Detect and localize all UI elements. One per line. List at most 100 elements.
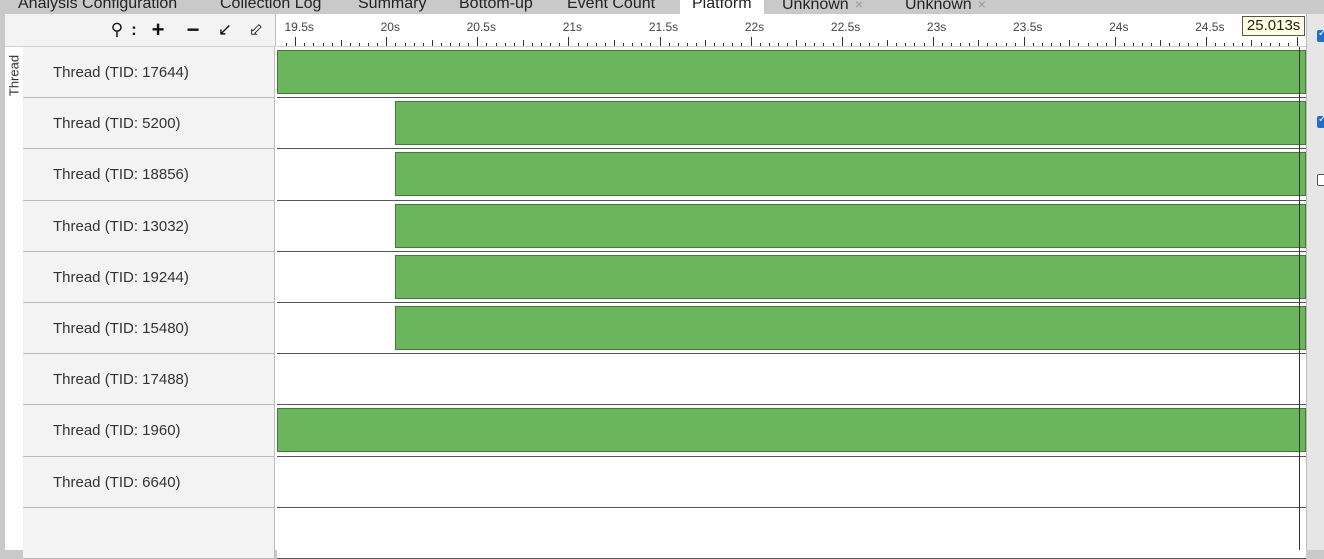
thread-row-track[interactable]	[277, 354, 1306, 406]
thread-row-track[interactable]	[277, 98, 1306, 150]
ruler-tick-label: 20.5s	[466, 20, 496, 34]
thread-activity-bar[interactable]	[395, 203, 1306, 248]
ruler-tick	[777, 43, 779, 46]
thread-row-track[interactable]	[277, 456, 1306, 508]
ruler-tick	[349, 43, 351, 46]
thread-row-label[interactable]: Thread (TID: 18856)	[23, 149, 275, 201]
ruler-tick	[613, 40, 615, 46]
legend-checkbox[interactable]	[1317, 114, 1324, 128]
time-ruler[interactable]: 19.5s 20s 20.5s 21s 21.5s 22s 22.5s 23s 23.5s 24s…	[277, 14, 1306, 47]
tab-collection-log[interactable]: Collection Log	[220, 0, 321, 14]
ruler-tick	[1005, 43, 1007, 46]
ruler-tick	[1205, 37, 1207, 46]
ruler-tick	[850, 43, 852, 46]
platform-timeline-panel: ⚲ : + − ↙ ⬃ 19.5s 20s 20.5s 21s 21.5s 22s 22.5…	[5, 14, 1306, 559]
ruler-tick	[1133, 43, 1134, 46]
close-icon[interactable]: ×	[978, 0, 986, 12]
ruler-tick	[632, 43, 634, 46]
ruler-tick-label: 22s	[744, 20, 765, 34]
ruler-tick	[495, 43, 497, 46]
ruler-tick	[604, 43, 606, 46]
ruler-tick	[450, 43, 451, 46]
thread-row-label[interactable]: Thread (TID: 5200)	[23, 98, 275, 150]
ruler-tick	[1178, 43, 1180, 46]
thread-activity-bar[interactable]	[395, 306, 1306, 350]
tab-bottom-up[interactable]: Bottom-up	[459, 0, 533, 14]
ruler-tick	[486, 43, 488, 46]
ruler-tick	[695, 43, 697, 46]
tab-label: Unknown	[905, 0, 972, 13]
zoom-in-icon[interactable]: +	[148, 19, 168, 41]
tab-label: Platform	[692, 0, 752, 12]
ruler-tick	[859, 43, 861, 46]
ruler-tick	[814, 43, 816, 46]
reset-zoom-icon[interactable]: ⬃	[245, 19, 267, 41]
ruler-tick	[513, 43, 515, 46]
thread-row-label[interactable]	[23, 507, 275, 559]
menu-dots-icon[interactable]: :	[129, 19, 139, 41]
tab-event-count[interactable]: Event Count	[567, 0, 655, 14]
ruler-tick	[1169, 43, 1171, 46]
tab-summary[interactable]: Summary	[358, 0, 426, 14]
ruler-tick	[295, 37, 297, 46]
ruler-tick-label: 23.5s	[1013, 20, 1043, 34]
ruler-tick	[1287, 43, 1289, 46]
thread-row-label[interactable]: Thread (TID: 1960)	[23, 405, 275, 457]
search-icon[interactable]: ⚲	[107, 19, 127, 41]
thread-activity-bar[interactable]	[395, 254, 1306, 299]
ruler-tick	[386, 37, 388, 46]
thread-row-track[interactable]	[277, 303, 1306, 355]
thread-row-label[interactable]: Thread (TID: 6640)	[23, 456, 275, 508]
tab-analysis-configuration[interactable]: Analysis Configuration	[18, 0, 177, 14]
ruler-tick	[841, 37, 843, 46]
close-icon[interactable]: ×	[855, 0, 863, 12]
ruler-tick-label: 21s	[562, 20, 583, 34]
thread-activity-bar[interactable]	[277, 50, 1306, 94]
ruler-tick	[1187, 43, 1189, 46]
legend-checkbox[interactable]	[1317, 174, 1324, 186]
tab-unknown[interactable]: Unknown ×	[905, 0, 986, 14]
time-cursor-line	[1299, 47, 1301, 550]
ruler-tick	[996, 43, 998, 46]
legend-checkbox[interactable]	[1317, 28, 1324, 42]
ruler-tick	[786, 43, 788, 46]
thread-row-label[interactable]: Thread (TID: 17488)	[23, 354, 275, 406]
ruler-tick	[286, 43, 288, 46]
ruler-tick	[832, 43, 834, 46]
thread-row-label[interactable]: Thread (TID: 19244)	[23, 251, 275, 303]
thread-row-label[interactable]: Thread (TID: 17644)	[23, 47, 275, 99]
ruler-tick	[1023, 37, 1025, 46]
ruler-tick	[1242, 43, 1244, 46]
thread-row-track[interactable]	[277, 200, 1306, 252]
ruler-tick	[823, 43, 825, 46]
undo-zoom-icon[interactable]: ↙	[215, 19, 235, 41]
ruler-tick-label: 23s	[926, 20, 947, 34]
thread-row-label[interactable]: Thread (TID: 13032)	[23, 200, 275, 252]
thread-row-label[interactable]: Thread (TID: 15480)	[23, 303, 275, 355]
zoom-out-icon[interactable]: −	[182, 19, 204, 41]
ruler-tick	[1151, 43, 1153, 46]
thread-activity-bar[interactable]	[395, 101, 1306, 146]
ruler-tick	[1269, 43, 1271, 46]
thread-row-track[interactable]	[277, 149, 1306, 201]
tab-platform[interactable]: Platform	[680, 0, 764, 14]
thread-activity-bar[interactable]	[395, 152, 1306, 197]
ruler-tick-label: 24.5s	[1195, 20, 1225, 34]
thread-row-track[interactable]	[277, 405, 1306, 457]
ruler-tick	[641, 43, 643, 46]
tab-label: Unknown	[782, 0, 849, 13]
ruler-tick	[1260, 43, 1262, 46]
ruler-tick	[677, 43, 679, 46]
ruler-tick	[1087, 43, 1089, 46]
ruler-tick	[1142, 43, 1144, 46]
tab-unknown[interactable]: Unknown ×	[782, 0, 863, 14]
thread-row-track[interactable]	[277, 251, 1306, 303]
ruler-tick	[896, 43, 898, 46]
ruler-tick	[659, 37, 661, 46]
thread-activity-bar[interactable]	[277, 408, 1306, 453]
thread-row-track[interactable]	[277, 47, 1306, 99]
thread-row-track[interactable]	[277, 507, 1306, 559]
ruler-tick	[532, 43, 533, 46]
ruler-tick	[1069, 40, 1071, 46]
ruler-tick	[1014, 43, 1016, 46]
